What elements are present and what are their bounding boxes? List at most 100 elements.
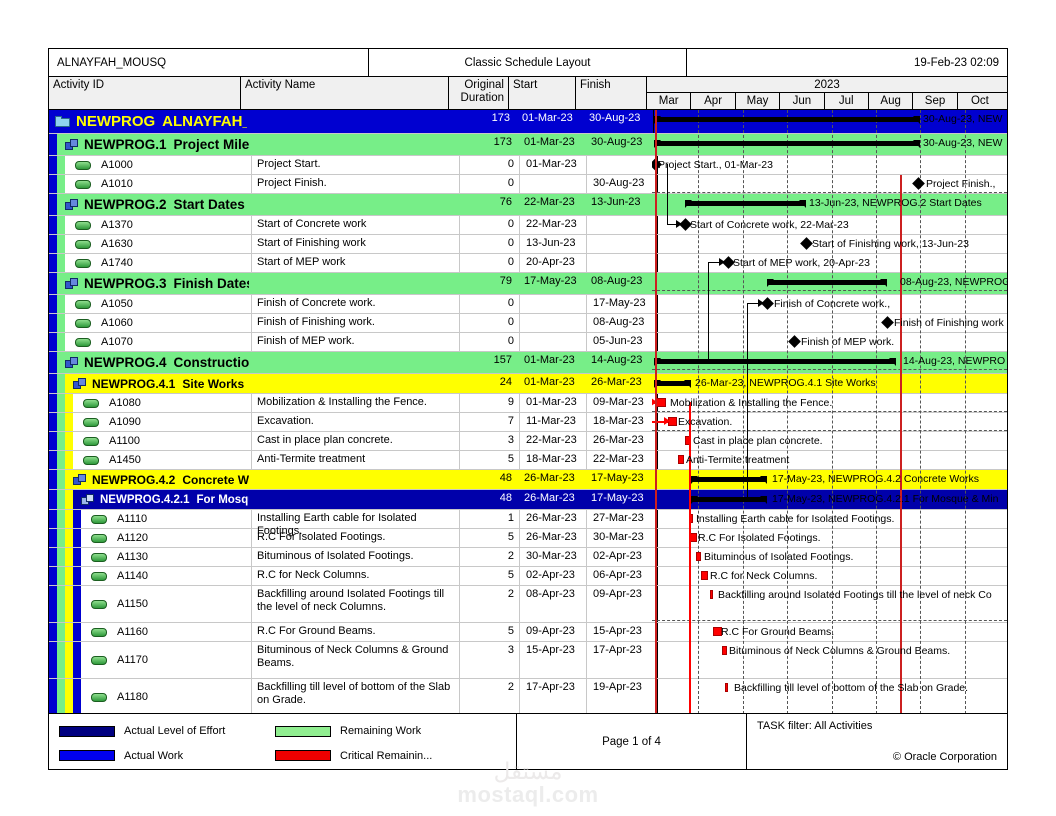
gantt-bar-label: Project Finish., — [926, 178, 996, 190]
task-icon — [91, 627, 107, 637]
gantt-bar-label: 26-Mar-23, NEWPROG.4.1 Site Works — [695, 377, 876, 389]
activity-name-cell — [249, 374, 457, 393]
timescale-months: Mar Apr May Jun Jul Aug Sep Oct — [647, 93, 1007, 109]
gantt-bar-label: Start of Concrete work, 22-Mar-23 — [690, 219, 849, 231]
gantt-hline — [652, 430, 1007, 431]
start-date-cell: 15-Apr-23 — [519, 642, 586, 678]
original-duration-cell: 157 — [457, 352, 517, 373]
original-duration-cell: 3 — [459, 432, 519, 450]
activity-id-cell: A1050 — [65, 295, 251, 313]
gantt-bar-label: 13-Jun-23, NEWPROG.2 Start Dates — [809, 197, 982, 209]
summary-bar — [691, 477, 767, 482]
indent-gutter — [49, 586, 57, 622]
relationship-link — [667, 164, 668, 224]
original-duration-cell: 0 — [459, 254, 519, 272]
indent-gutter — [49, 175, 57, 193]
activity-id-cell: A1170 — [81, 642, 251, 678]
legend-item: Actual Level of Effort — [59, 720, 275, 742]
start-date-cell: 11-Mar-23 — [519, 413, 586, 431]
critical-bar — [725, 683, 728, 692]
original-duration-cell: 1 — [459, 510, 519, 528]
indent-gutter — [57, 567, 65, 585]
start-date-cell: 17-May-23 — [517, 273, 584, 294]
indent-gutter — [49, 273, 57, 294]
legend-label: Actual Level of Effort — [124, 725, 226, 737]
project-name-cell: ALNAYFAH_MOUSQ — [49, 49, 369, 76]
indent-gutter — [49, 567, 57, 585]
activity-name-cell: Finish of Concrete work. — [251, 295, 459, 313]
start-date-cell: 20-Apr-23 — [519, 254, 586, 272]
activity-id-text: A1160 — [117, 626, 148, 638]
column-header-original-duration[interactable]: Original Duration — [449, 77, 509, 109]
activity-id-cell: A1740 — [65, 254, 251, 272]
activity-id-cell: A1140 — [81, 567, 251, 585]
activity-name-cell — [249, 490, 457, 509]
indent-gutter — [49, 254, 57, 272]
original-duration-cell: 173 — [455, 110, 515, 133]
task-icon — [91, 514, 107, 524]
column-header-finish[interactable]: Finish — [576, 77, 647, 109]
finish-date-cell: 19-Apr-23 — [586, 679, 657, 714]
activity-name-cell: R.C For Isolated Footings. — [251, 529, 459, 547]
start-date-cell: 01-Mar-23 — [519, 394, 586, 412]
relationship-link — [689, 518, 691, 537]
activity-name-cell — [249, 273, 457, 294]
task-icon — [75, 220, 91, 230]
activity-id-cell: A1070 — [65, 333, 251, 351]
indent-gutter — [65, 510, 73, 528]
activity-name-cell: Start of MEP work — [251, 254, 459, 272]
indent-gutter — [57, 490, 65, 509]
activity-name-cell: Bituminous of Isolated Footings. — [251, 548, 459, 566]
task-icon — [91, 692, 107, 702]
finish-date-cell: 17-May-23 — [584, 490, 655, 509]
link-arrow-icon — [664, 417, 670, 425]
column-header-start[interactable]: Start — [509, 77, 576, 109]
indent-gutter — [57, 374, 65, 393]
wbs-label-cell: NEWPROG.4.2 Concrete Works — [65, 470, 274, 489]
task-icon — [75, 337, 91, 347]
activity-id-cell: A1180 — [81, 679, 251, 714]
gantt-bar-label: Finish of MEP work. — [801, 336, 895, 348]
gantt-hline — [652, 411, 1007, 412]
activity-id-text: A1050 — [101, 298, 133, 310]
wbs-label-cell: NEWPROG ALNAYFAH_MOUSQ — [49, 110, 307, 133]
indent-gutter — [73, 623, 81, 641]
indent-gutter — [57, 529, 65, 547]
start-date-cell — [519, 295, 586, 313]
gantt-hline — [652, 192, 1007, 193]
finish-date-cell: 30-Aug-23 — [586, 175, 657, 193]
legend-swatch — [275, 725, 331, 737]
milestone-marker — [912, 177, 925, 190]
legend-label: Critical Remainin... — [340, 749, 433, 762]
indent-gutter — [57, 295, 65, 313]
gantt-bar-label: Finish of Concrete work., — [774, 298, 891, 310]
folder-icon — [55, 116, 70, 127]
indent-gutter — [57, 333, 65, 351]
legend-label: Remaining Work — [340, 725, 422, 737]
activity-id-cell: A1120 — [81, 529, 251, 547]
original-duration-cell: 0 — [459, 156, 519, 174]
indent-gutter — [57, 156, 65, 174]
legend-swatch — [59, 725, 115, 737]
report-footer: Actual Level of Effort Remaining Work Actu… — [49, 713, 1007, 769]
critical-bar — [678, 455, 684, 464]
gantt-hline — [652, 290, 1007, 291]
summary-bar — [685, 201, 806, 206]
column-header-activity-id[interactable]: Activity ID — [49, 77, 241, 109]
activity-name-cell: R.C for Neck Columns. — [251, 567, 459, 585]
finish-date-cell: 15-Apr-23 — [586, 623, 657, 641]
column-header-activity-name[interactable]: Activity Name — [241, 77, 449, 109]
indent-gutter — [49, 510, 57, 528]
gantt-bar-label: 30-Aug-23, NEW — [923, 113, 1003, 125]
activity-id-text: A1450 — [109, 454, 141, 466]
task-icon — [75, 318, 91, 328]
gantt-bar-label: 30-Aug-23, NEW — [923, 137, 1003, 149]
wbs-icon — [65, 357, 78, 368]
task-icon — [83, 455, 99, 465]
indent-gutter — [57, 470, 65, 489]
original-duration-cell: 5 — [459, 451, 519, 469]
wbs-icon — [73, 378, 86, 389]
critical-bar — [701, 571, 708, 580]
finish-date-cell: 09-Apr-23 — [586, 586, 657, 622]
activity-id-text: A1740 — [101, 257, 133, 269]
